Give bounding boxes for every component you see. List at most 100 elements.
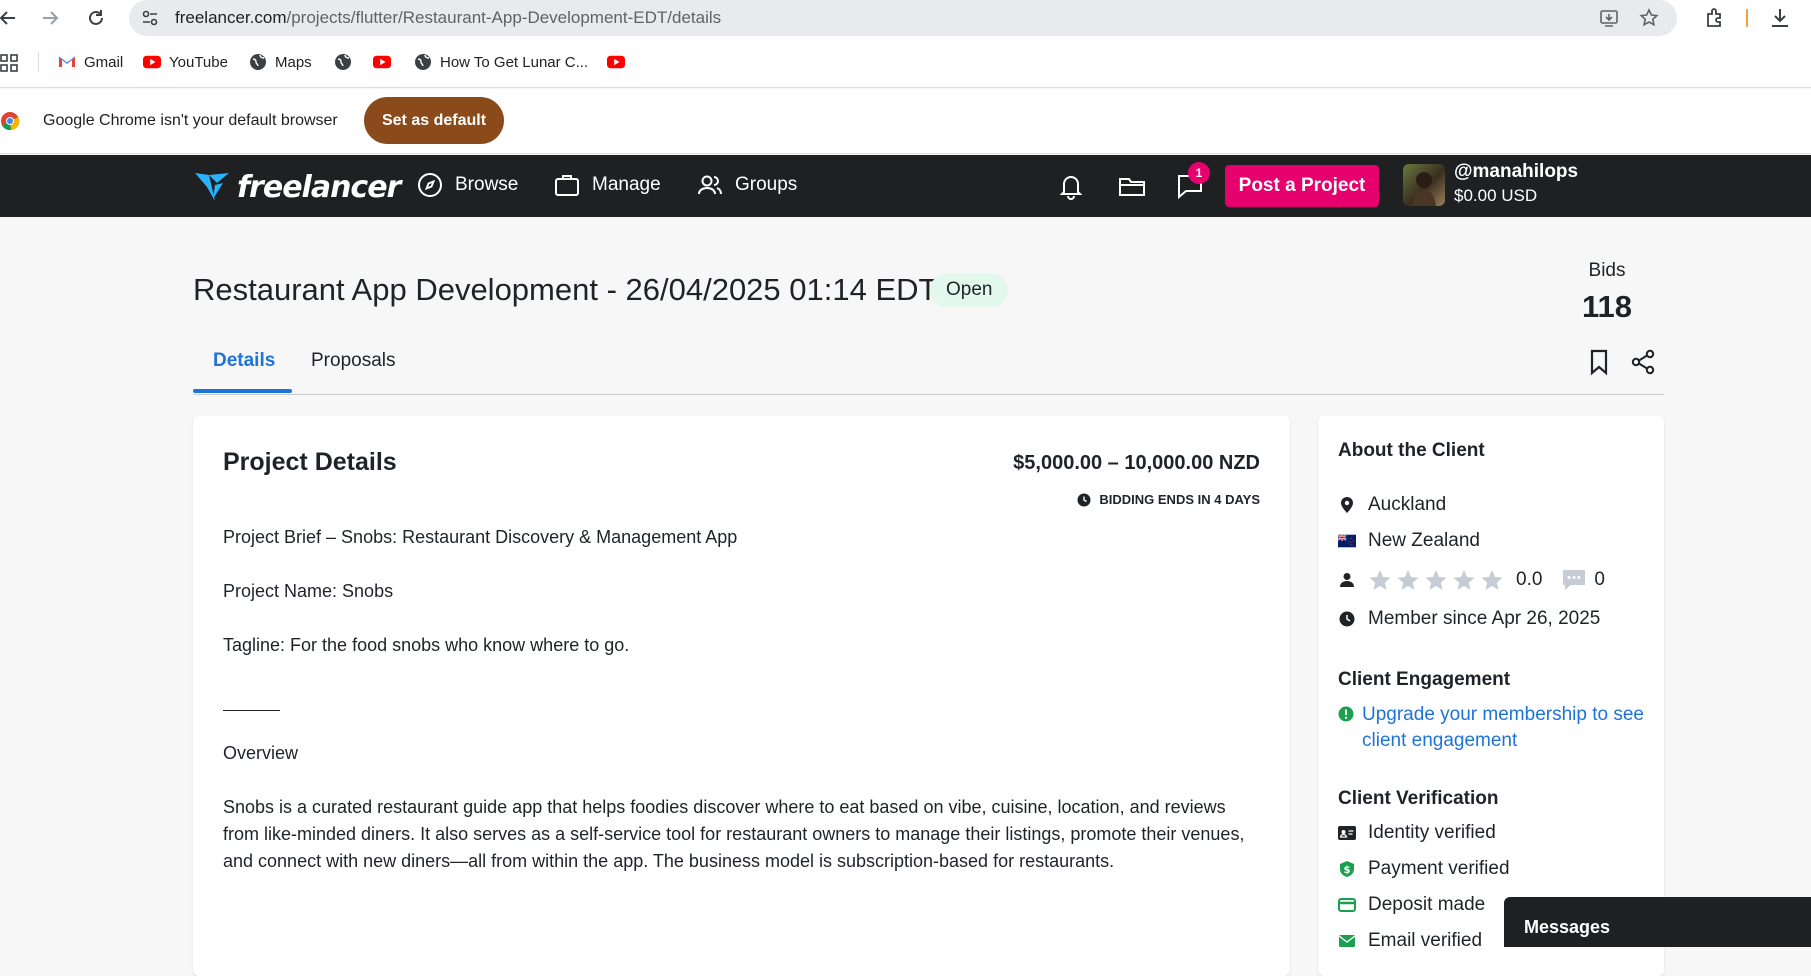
nav-groups[interactable]: Groups [697,172,797,198]
bookmark-label: Maps [275,53,312,71]
bookmark-lunar[interactable]: How To Get Lunar C... [414,53,588,71]
verification-label: Payment verified [1368,858,1510,879]
alert-circle-icon [1338,706,1354,722]
chrome-logo-icon [1,112,20,131]
post-project-button[interactable]: Post a Project [1225,165,1379,207]
globe-icon [415,54,431,70]
section-separator [223,686,1263,713]
bookmark-icon[interactable] [1585,348,1613,376]
globe-icon [335,54,351,70]
toolbar-divider [1746,9,1748,27]
address-bar[interactable]: freelancer.com/projects/flutter/Restaura… [129,0,1677,36]
rating-value: 0.0 [1516,569,1543,590]
browser-toolbar: freelancer.com/projects/flutter/Restaura… [0,0,1811,36]
share-icon[interactable] [1629,348,1657,376]
nav-manage[interactable]: Manage [554,172,661,198]
avatar[interactable] [1403,164,1445,206]
nz-flag-icon [1338,534,1356,548]
bids-label: Bids [1588,260,1626,281]
bids-count: 118 [1581,289,1632,324]
bookmark-globe[interactable] [334,53,352,71]
client-engagement-row: Upgrade your membership to see client en… [1338,702,1648,754]
client-engagement-heading: Client Engagement [1338,669,1511,690]
download-icon[interactable] [1768,6,1792,30]
member-since-text: Member since Apr 26, 2025 [1368,608,1601,629]
bookmarks-divider [38,52,39,72]
project-name: Project Name: Snobs [223,581,394,601]
globe-icon [250,54,266,70]
folder-icon[interactable] [1117,171,1147,201]
nav-label: Manage [592,174,661,195]
client-verification-heading: Client Verification [1338,788,1499,809]
verification-identity: Identity verified [1338,822,1496,844]
install-app-icon[interactable] [1599,8,1619,28]
project-tagline: Tagline: For the food snobs who know whe… [223,635,630,655]
reviews-comment-icon [1563,570,1586,590]
about-client-heading: About the Client [1338,440,1485,461]
email-icon [1338,935,1356,947]
clock-icon [1077,493,1091,506]
about-client-card: About the Client Auckland New Zealand 0.… [1318,416,1664,976]
rating-stars [1368,568,1504,592]
freelancer-logo[interactable]: freelancer [193,167,401,207]
reviews-count: 0 [1594,569,1605,590]
bookmark-label: How To Get Lunar C... [440,53,589,71]
overview-heading: Overview [223,743,299,763]
apps-grid-icon[interactable] [0,54,18,72]
id-card-icon [1338,826,1356,840]
set-default-button[interactable]: Set as default [364,97,504,144]
star-icon [1369,570,1391,590]
infobar-message: Google Chrome isn't your default browser [43,112,338,129]
messages-panel-title: Messages [1524,917,1611,937]
page-title: Restaurant App Development - 26/04/2025 … [193,272,938,307]
default-browser-infobar: Google Chrome isn't your default browser… [0,89,1811,154]
nav-label: Browse [455,174,519,195]
project-details-card: Project Details $5,000.00 – 10,000.00 NZ… [193,416,1290,976]
username[interactable]: @manahilops [1454,161,1578,183]
verification-label: Deposit made [1368,894,1486,915]
payment-shield-icon: $ [1340,861,1354,877]
person-icon [1340,573,1354,587]
country-text: New Zealand [1368,530,1480,551]
bookmark-youtube-3[interactable] [607,53,625,71]
client-member-since: Member since Apr 26, 2025 [1338,608,1600,630]
bookmarks-bar: Gmail YouTube Maps How To Get Lunar C... [0,36,1811,88]
bookmark-gmail[interactable]: Gmail [58,53,123,71]
star-icon [1425,570,1447,590]
back-icon[interactable] [0,4,22,32]
upgrade-membership-link[interactable]: Upgrade your membership to see client en… [1362,702,1648,754]
bookmark-youtube-2[interactable] [373,53,391,71]
nav-label: Groups [735,174,798,195]
tab-proposals[interactable]: Proposals [311,350,396,372]
forward-icon[interactable] [36,4,64,32]
project-budget: $5,000.00 – 10,000.00 NZD [1013,452,1260,474]
gmail-icon [58,56,76,67]
messages-badge: 1 [1188,162,1210,184]
messages-panel[interactable]: Messages [1504,897,1811,947]
project-description: Project Brief – Snobs: Restaurant Discov… [223,524,1263,902]
bookmark-youtube[interactable]: YouTube [143,53,228,71]
bookmark-star-icon[interactable] [1639,8,1659,28]
tabs-divider [193,394,1664,395]
verification-email: Email verified [1338,930,1482,952]
reload-icon[interactable] [82,4,110,32]
extensions-icon[interactable] [1703,6,1727,30]
bookmark-maps[interactable]: Maps [249,53,312,71]
freelancer-bird-icon [195,173,229,201]
client-city: Auckland [1338,494,1446,516]
star-icon [1481,570,1503,590]
site-info-icon[interactable] [141,9,159,27]
users-icon [698,175,722,195]
verification-label: Email verified [1368,930,1483,951]
youtube-icon [373,55,391,69]
city-text: Auckland [1368,494,1447,515]
notifications-bell-icon[interactable] [1056,171,1086,201]
url-text[interactable]: freelancer.com/projects/flutter/Restaura… [175,8,721,28]
logo-text: freelancer [237,169,401,205]
credit-card-icon [1338,898,1356,912]
nav-browse[interactable]: Browse [417,172,518,198]
client-rating: 0.0 0 [1338,568,1605,592]
bookmark-label: YouTube [169,53,228,71]
active-tab-indicator [193,389,292,393]
tab-details[interactable]: Details [213,350,275,372]
